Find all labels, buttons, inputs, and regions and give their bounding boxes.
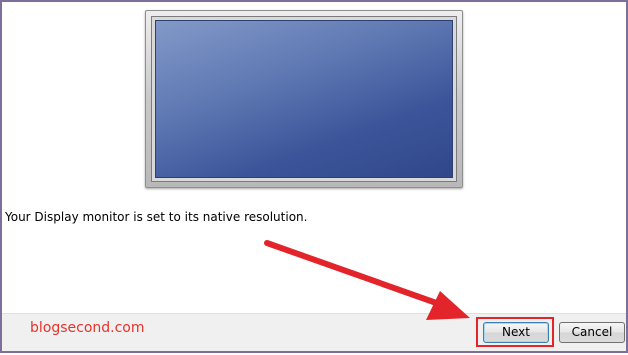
watermark-text: blogsecond.com [30,320,145,336]
next-button[interactable]: Next [483,322,549,343]
display-calibration-window: Your Display monitor is set to its nativ… [0,0,628,353]
cancel-button[interactable]: Cancel [559,322,625,343]
status-message: Your Display monitor is set to its nativ… [5,210,308,224]
monitor-screen [155,20,453,178]
monitor-bezel [151,16,457,182]
monitor-illustration [145,10,463,188]
button-bar: blogsecond.com Next Cancel [2,313,626,351]
